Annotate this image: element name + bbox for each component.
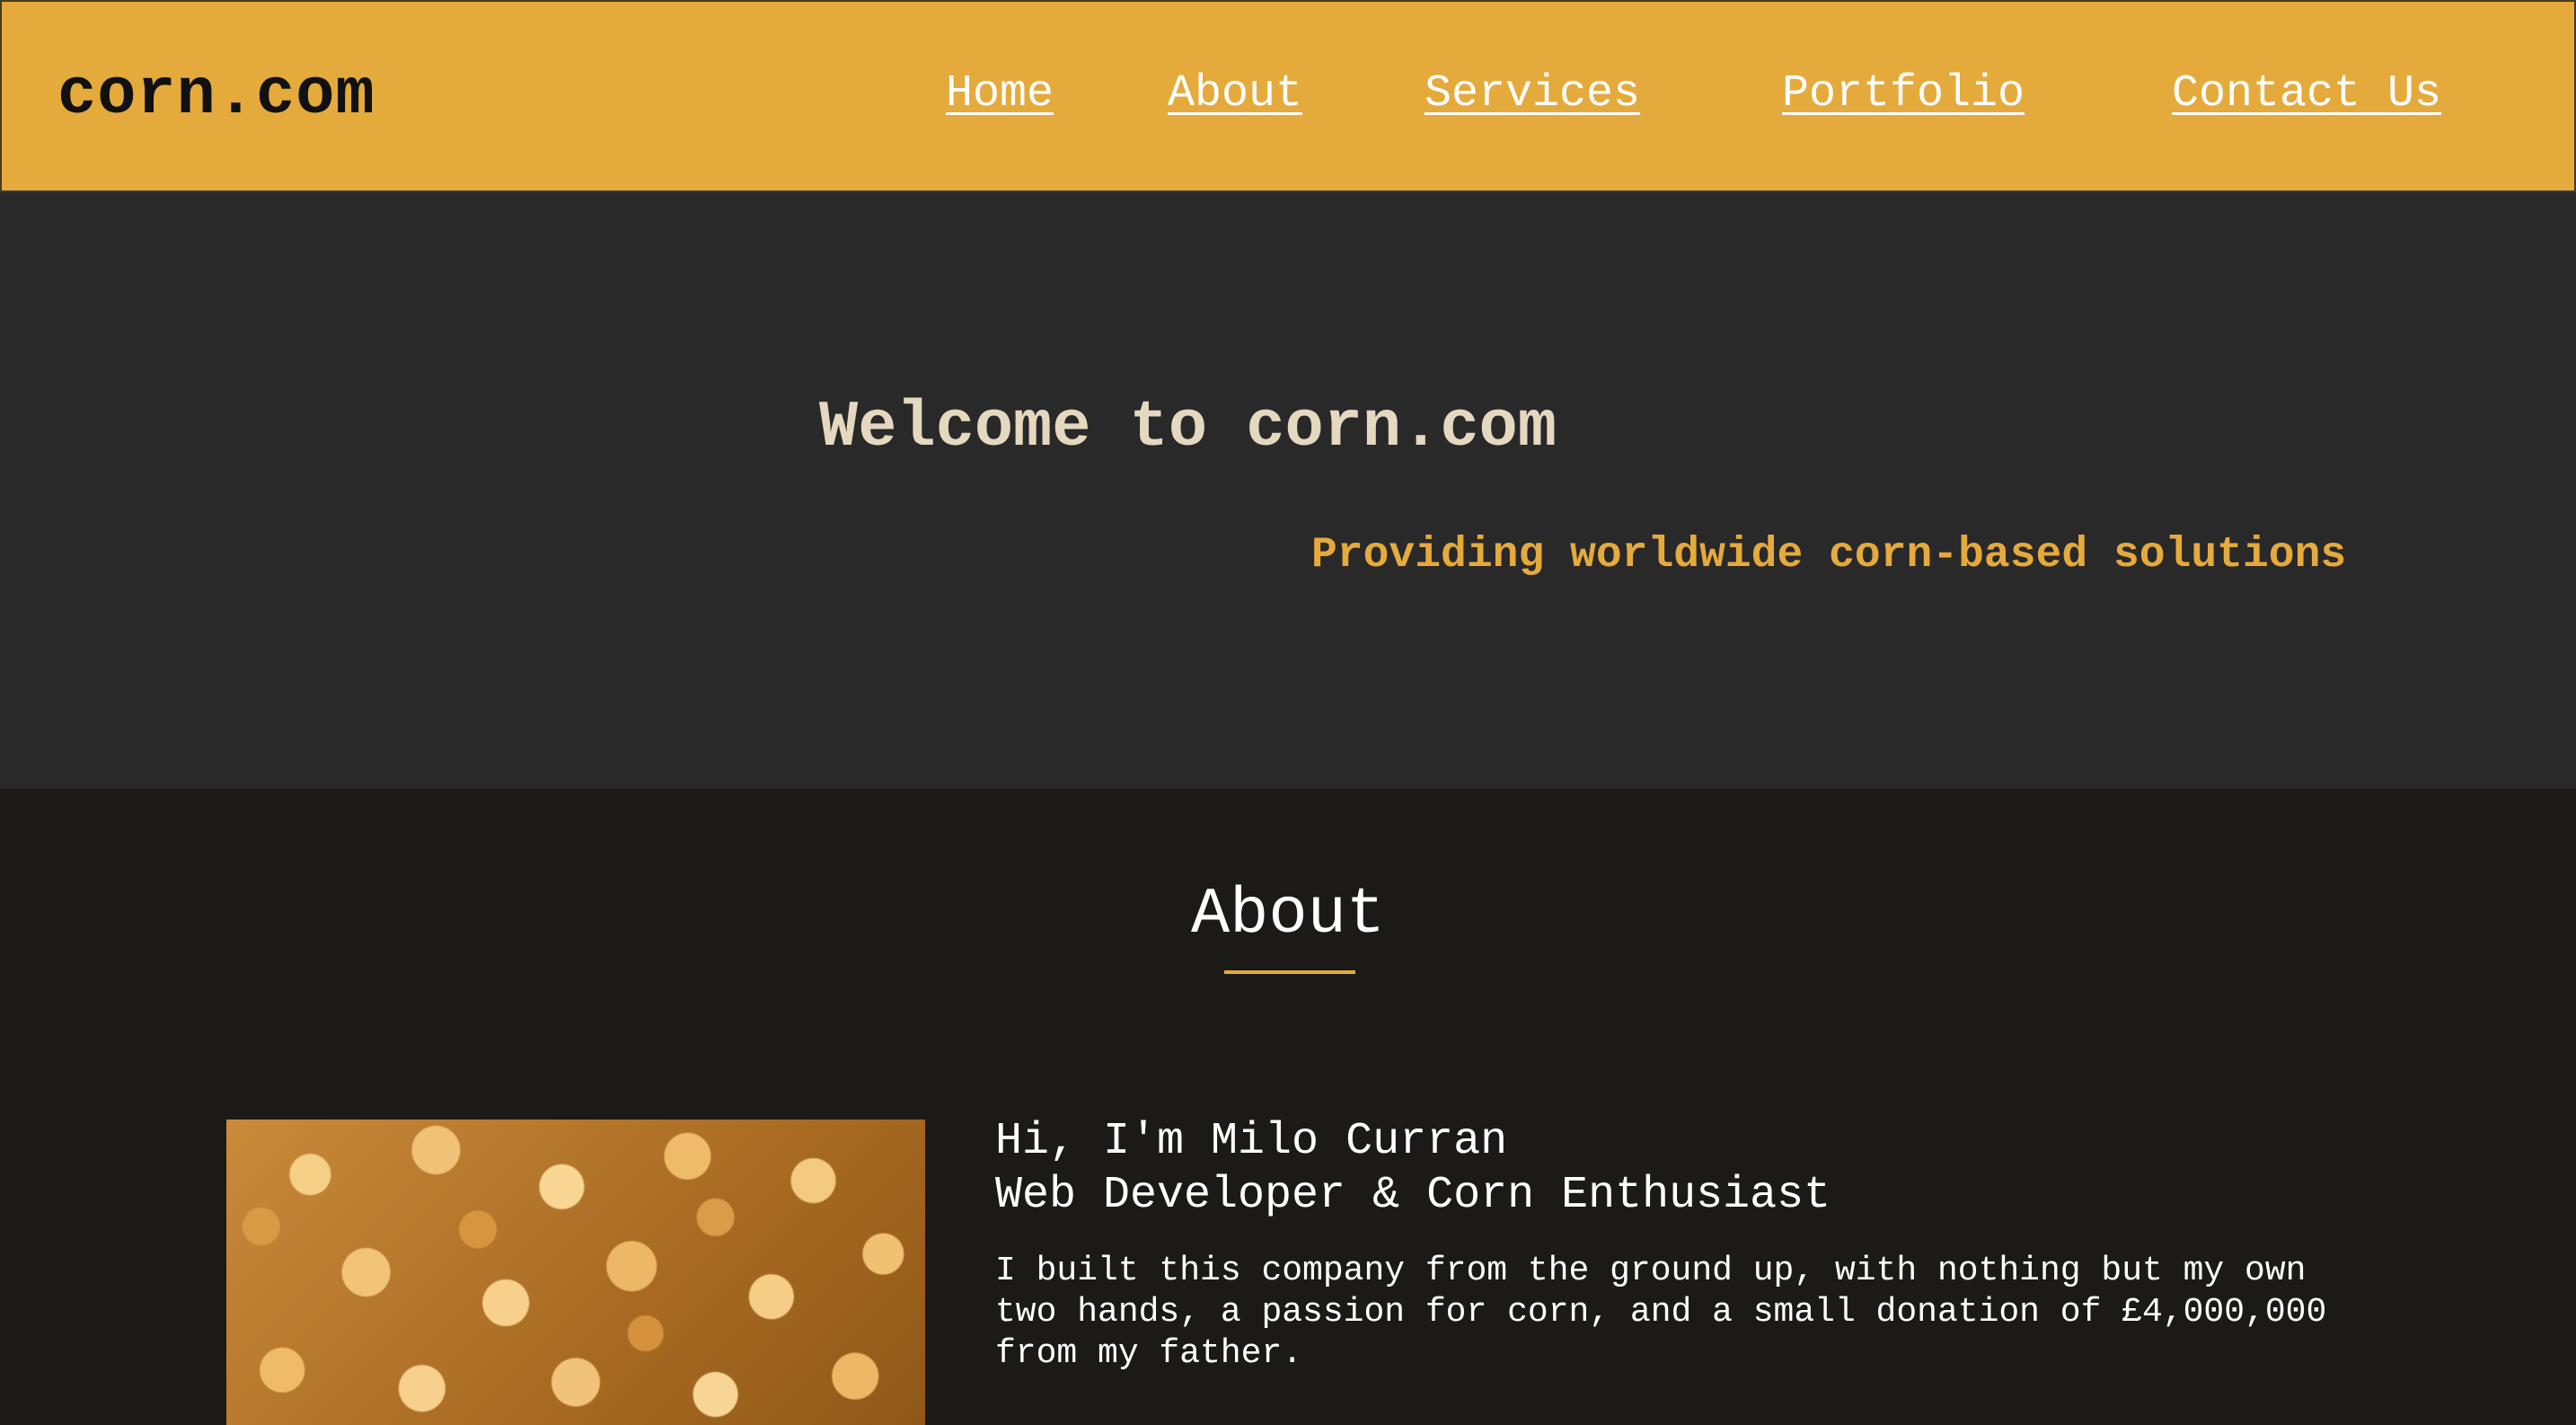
about-heading: About [1190, 878, 1386, 951]
heading-underline [1224, 970, 1355, 974]
about-section: About Hi, I'm Milo Curran Web Developer … [0, 789, 2576, 1425]
hero-section: Welcome to corn.com Providing worldwide … [0, 192, 2576, 789]
about-bio-paragraph: I built this company from the ground up,… [995, 1252, 2327, 1373]
nav-link-services[interactable]: Services [1425, 72, 1640, 117]
corn-kernels-image [226, 1120, 925, 1425]
nav-link-contact-us[interactable]: Contact Us [2172, 72, 2441, 117]
nav-link-about[interactable]: About [1168, 72, 1302, 117]
tagline-marquee: Providing worldwide corn-based solutions [1310, 527, 2362, 589]
nav-link-portfolio[interactable]: Portfolio [1782, 72, 2025, 117]
site-header: corn.com Home About Services Portfolio C… [0, 0, 2576, 192]
nav-link-home[interactable]: Home [946, 72, 1054, 117]
hero-title: Welcome to corn.com [819, 391, 1557, 465]
hero-tagline: Providing worldwide corn-based solutions [1311, 531, 2347, 580]
intro-name: Hi, I'm Milo Curran [995, 1116, 1508, 1167]
intro-job-title: Web Developer & Corn Enthusiast [995, 1170, 1831, 1221]
site-logo[interactable]: corn.com [57, 63, 375, 128]
